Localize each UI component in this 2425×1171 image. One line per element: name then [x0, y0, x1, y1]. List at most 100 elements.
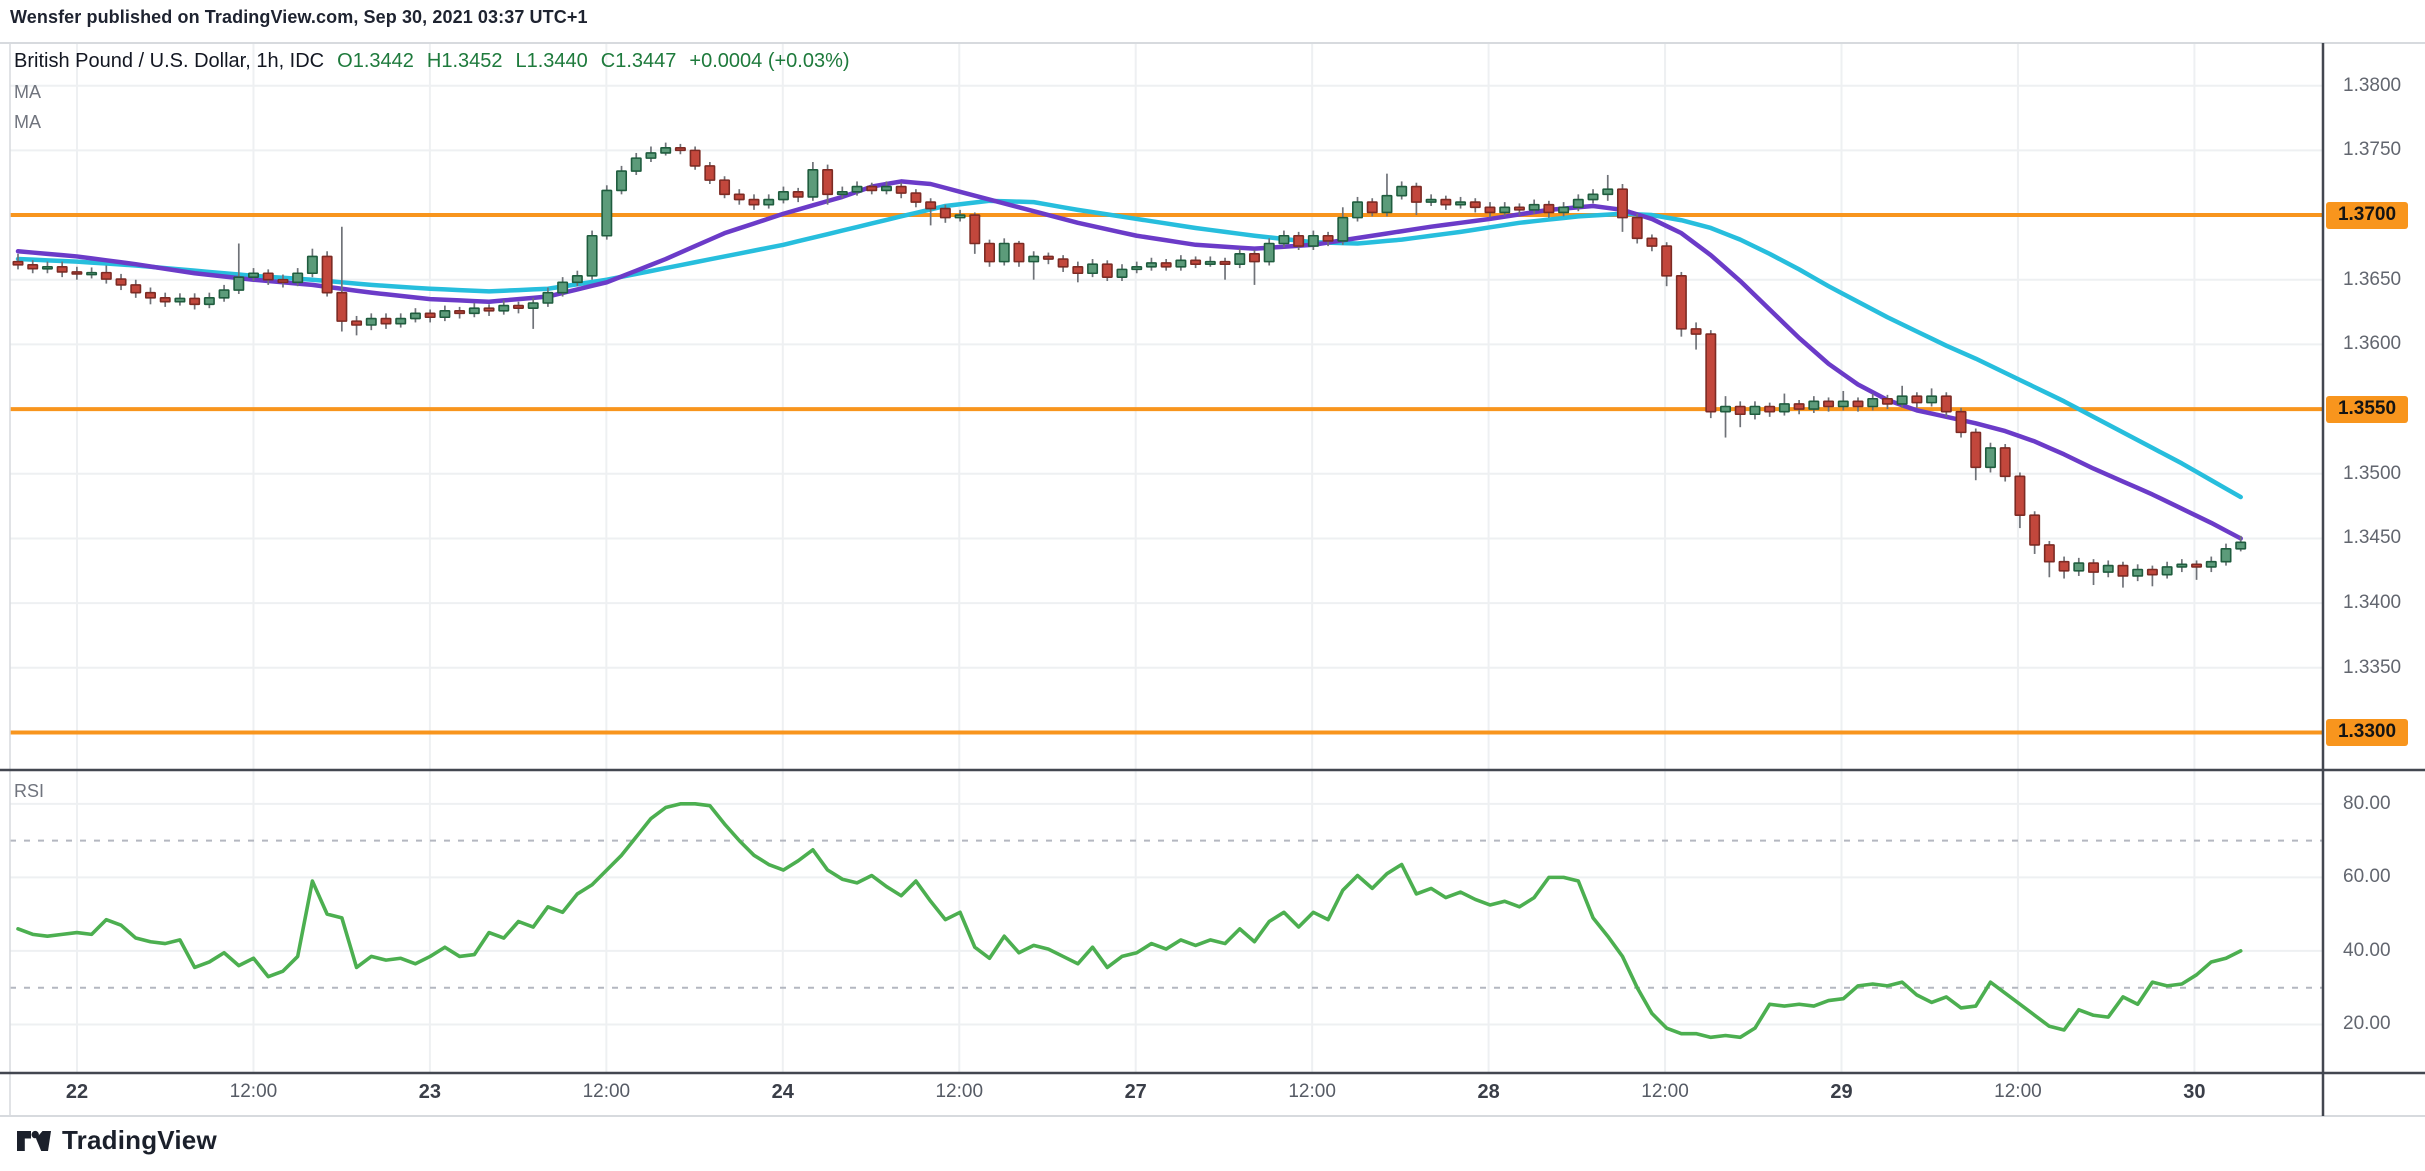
ma-line[interactable]	[18, 181, 2241, 538]
candle-body	[779, 192, 788, 200]
time-label-day: 30	[2183, 1081, 2205, 1104]
candle-body	[1647, 238, 1656, 246]
candle-body	[1927, 396, 1936, 402]
candle-body	[1426, 200, 1435, 203]
candle-body	[1338, 218, 1347, 241]
time-label-hour: 12:00	[935, 1081, 983, 1103]
candle-body	[2221, 549, 2230, 562]
candle-body	[1942, 396, 1951, 412]
candle-body	[1456, 202, 1465, 205]
time-label-day: 24	[772, 1081, 794, 1104]
candle-body	[838, 192, 847, 195]
candle-body	[87, 273, 96, 275]
candle-body	[1868, 399, 1877, 407]
candle-body	[867, 187, 876, 191]
candle-body	[1750, 407, 1759, 415]
time-label-hour: 12:00	[1288, 1081, 1336, 1103]
candle-body	[646, 153, 655, 158]
candle-body	[764, 200, 773, 205]
candle-body	[2177, 564, 2186, 567]
candle-body	[2133, 569, 2142, 575]
candle-body	[514, 306, 523, 309]
symbol-title[interactable]: British Pound / U.S. Dollar, 1h, IDC	[14, 50, 324, 72]
candle-body	[1824, 401, 1833, 406]
candle-body	[1971, 432, 1980, 467]
candle-body	[1029, 256, 1038, 261]
ohlc-close: C1.3447	[601, 50, 677, 72]
price-scale-tick: 1.3500	[2343, 463, 2401, 485]
ma-line[interactable]	[18, 201, 2241, 497]
tradingview-logo-icon	[16, 1129, 52, 1153]
indicator-label-ma-2[interactable]: MA	[14, 112, 850, 133]
candle-body	[1912, 396, 1921, 402]
candle-body	[367, 319, 376, 325]
candle-body	[352, 321, 361, 325]
candle-body	[2089, 563, 2098, 572]
candle-body	[278, 280, 287, 283]
candle-body	[1765, 407, 1774, 412]
price-scale-tick: 1.3350	[2343, 657, 2401, 679]
candle-body	[440, 311, 449, 317]
chart-canvas[interactable]	[0, 0, 2425, 1171]
candle-body	[2236, 542, 2245, 548]
time-label-hour: 12:00	[1641, 1081, 1689, 1103]
indicator-label-ma-1[interactable]: MA	[14, 82, 850, 103]
candle-body	[1147, 263, 1156, 267]
candle-body	[1132, 267, 1141, 270]
candle-body	[749, 200, 758, 205]
candle-body	[1294, 236, 1303, 246]
candle-body	[1250, 254, 1259, 262]
rsi-scale-tick: 60.00	[2343, 866, 2391, 888]
candle-body	[1986, 448, 1995, 467]
candle-body	[2045, 545, 2054, 562]
candle-body	[720, 180, 729, 194]
candle-body	[1044, 256, 1053, 259]
candle-body	[161, 298, 170, 302]
candle-body	[13, 262, 22, 265]
candle-body	[205, 298, 214, 304]
candle-body	[293, 273, 302, 282]
tradingview-logo-text[interactable]: TradingView	[62, 1125, 217, 1156]
candle-body	[1780, 404, 1789, 412]
price-scale-tick: 1.3600	[2343, 333, 2401, 355]
rsi-pane-label[interactable]: RSI	[14, 781, 44, 802]
candle-body	[970, 215, 979, 243]
candle-body	[1588, 194, 1597, 199]
ohlc-high: H1.3452	[427, 50, 503, 72]
candle-body	[793, 192, 802, 197]
candle-body	[985, 244, 994, 262]
candle-body	[1485, 207, 1494, 212]
price-level-badge: 1.3700	[2326, 202, 2408, 229]
candle-body	[1058, 259, 1067, 267]
candle-body	[558, 282, 567, 292]
candle-body	[1191, 260, 1200, 264]
candle-body	[72, 272, 81, 274]
candle-body	[219, 290, 228, 298]
candle-body	[587, 236, 596, 276]
time-label-hour: 12:00	[230, 1081, 278, 1103]
candle-body	[234, 277, 243, 290]
symbol-title-row: British Pound / U.S. Dollar, 1h, IDCO1.3…	[14, 50, 850, 73]
rsi-scale-tick: 80.00	[2343, 793, 2391, 815]
candle-body	[1574, 200, 1583, 208]
time-label-day: 28	[1477, 1081, 1499, 1104]
candle-body	[2074, 563, 2083, 571]
candle-body	[499, 306, 508, 311]
price-level-badge: 1.3300	[2326, 719, 2408, 746]
rsi-line[interactable]	[18, 804, 2241, 1038]
candle-body	[1839, 401, 1848, 406]
candle-body	[1500, 207, 1509, 212]
candle-body	[337, 293, 346, 321]
candle-body	[955, 215, 964, 218]
candle-body	[1691, 329, 1700, 334]
candle-body	[2192, 564, 2201, 567]
candle-body	[1103, 264, 1112, 277]
candle-body	[1603, 189, 1612, 194]
candle-body	[1088, 264, 1097, 273]
candle-body	[823, 170, 832, 195]
candle-body	[28, 265, 37, 269]
candle-body	[543, 293, 552, 303]
candle-body	[2001, 448, 2010, 476]
candle-body	[1397, 187, 1406, 196]
candle-body	[1353, 202, 1362, 218]
